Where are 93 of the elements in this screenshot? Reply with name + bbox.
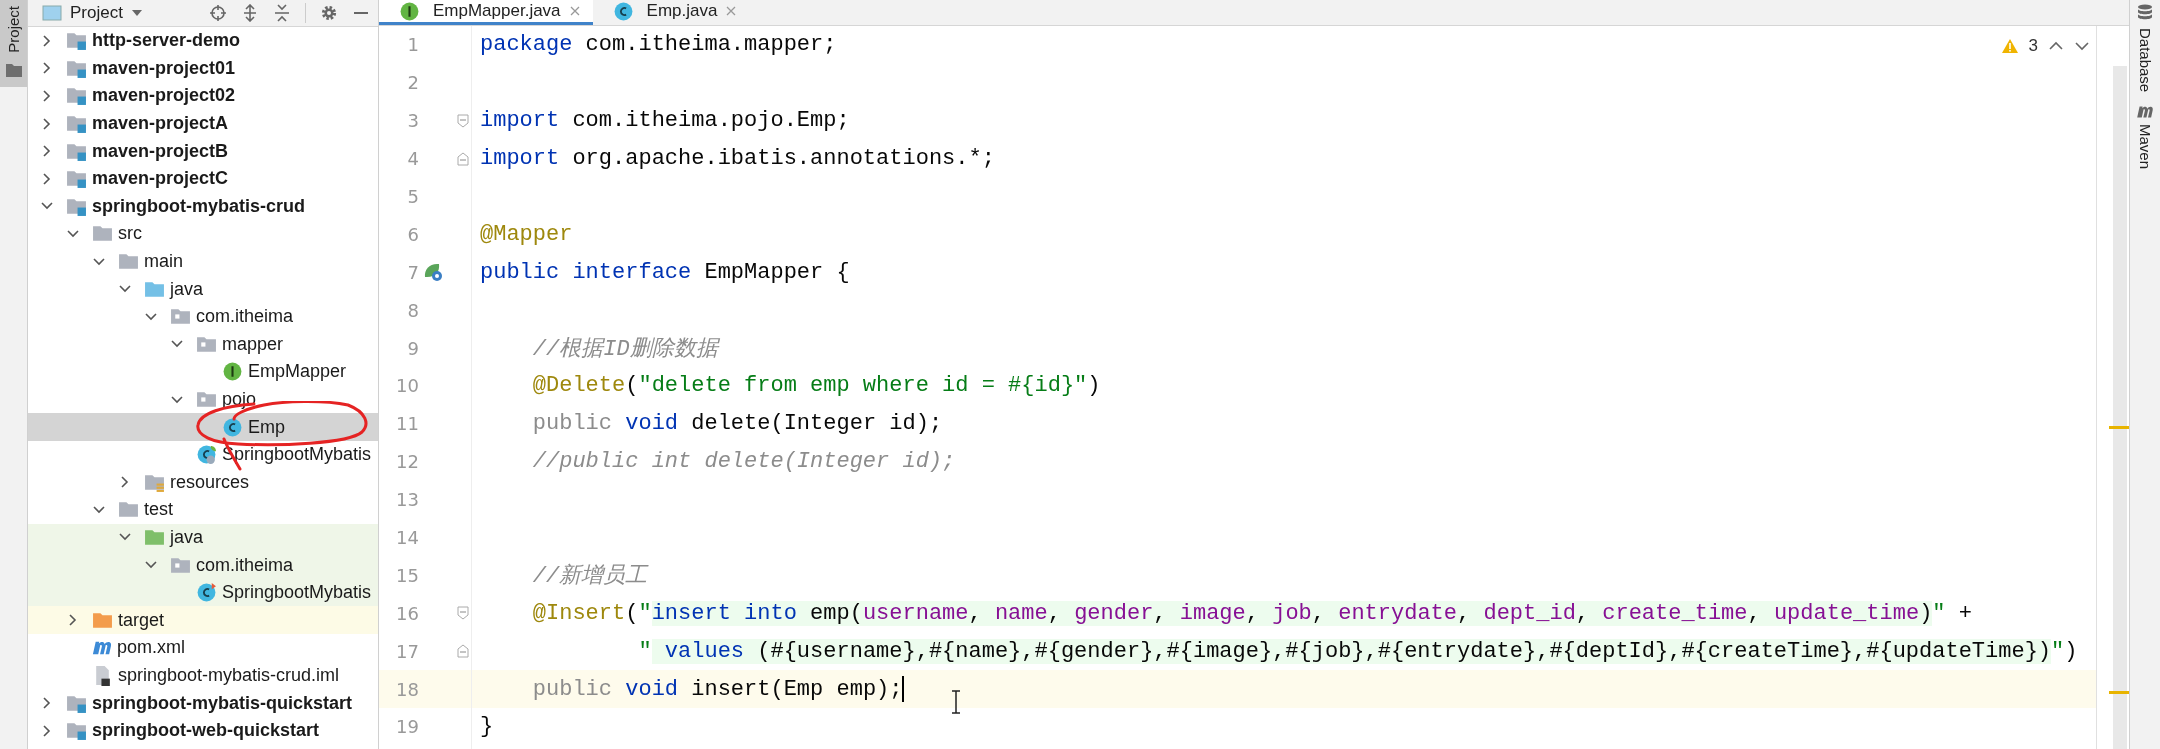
caret-icon: [130, 9, 143, 17]
tree-item[interactable]: maven-project01: [28, 54, 378, 83]
code-line: public void insert(Emp emp);: [531, 676, 905, 703]
tree-item[interactable]: src: [28, 220, 378, 248]
code-line: @Mapper: [479, 221, 573, 247]
line-number: 1: [406, 34, 419, 56]
module-folder-icon: [66, 30, 87, 52]
maven-icon: [2136, 106, 2154, 119]
interface-icon: [399, 0, 420, 22]
tree-item[interactable]: Emp: [28, 413, 378, 441]
test-class-icon: [196, 582, 217, 604]
code-line: @Delete("delete from emp where id = #{id}"): [531, 373, 1101, 399]
module-folder-icon: [66, 113, 87, 135]
close-icon[interactable]: [725, 5, 738, 17]
line-number: 2: [406, 72, 419, 94]
close-icon[interactable]: [568, 5, 581, 17]
module-folder-icon: [66, 168, 87, 190]
warning-marker[interactable]: [2109, 425, 2129, 429]
folder-icon: [5, 62, 22, 77]
code-line: public void delete(Integer id);: [531, 411, 943, 437]
package-icon: [196, 389, 217, 410]
interface-icon: [222, 361, 243, 383]
maven-icon: [92, 640, 112, 655]
module-folder-icon: [66, 720, 87, 742]
tree-item[interactable]: EmpMapper: [28, 358, 378, 386]
module-folder-icon: [66, 85, 87, 107]
test-folder-icon: [144, 527, 165, 548]
tree-item[interactable]: pom.xml: [28, 634, 378, 662]
spring-class-icon: [196, 444, 217, 466]
code-line: }: [479, 714, 494, 740]
tree-item[interactable]: maven-project02: [28, 82, 378, 110]
mapper-gutter-icon[interactable]: [422, 261, 444, 284]
tree-item[interactable]: http-server-demo: [28, 27, 378, 55]
tree-item[interactable]: maven-projectB: [28, 137, 378, 165]
warning-marker[interactable]: [2109, 691, 2129, 695]
settings-icon[interactable]: [320, 4, 338, 22]
expand-all-icon[interactable]: [241, 4, 259, 22]
warning-count: 3: [2028, 36, 2038, 56]
code-line: //public int delete(Integer id);: [531, 449, 956, 475]
line-number: 8: [406, 299, 419, 321]
line-number: 10: [395, 375, 419, 397]
database-icon: [2137, 4, 2153, 22]
tree-item[interactable]: target: [28, 606, 378, 635]
next-icon[interactable]: [2074, 40, 2090, 52]
line-number: 7: [406, 261, 419, 283]
tree-item[interactable]: test: [28, 496, 378, 524]
line-number: 17: [395, 640, 419, 662]
tree-item[interactable]: main: [28, 247, 378, 276]
line-number: 18: [395, 678, 419, 700]
line-number: 3: [406, 110, 419, 132]
tree-item[interactable]: resources: [28, 468, 378, 497]
editor-tab[interactable]: EmpMapper.java: [379, 0, 593, 25]
line-number: 15: [395, 564, 419, 586]
code-line: //新增员工: [531, 562, 648, 591]
class-icon: [222, 416, 243, 438]
text-cursor-icon: [950, 690, 962, 714]
line-number: 9: [406, 337, 419, 359]
editor-tab[interactable]: Emp.java: [592, 0, 750, 25]
tree-item[interactable]: SpringbootMybatis: [28, 578, 378, 607]
database-tool-tab[interactable]: Database: [2136, 4, 2154, 93]
tree-item[interactable]: mapper: [28, 330, 378, 359]
line-number: 12: [395, 451, 419, 473]
tree-item[interactable]: com.itheima: [28, 302, 378, 331]
tree-item[interactable]: springboot-mybatis-crud: [28, 192, 378, 221]
line-number: 14: [395, 527, 419, 548]
line-number: 6: [406, 223, 419, 245]
code-line: import org.apache.ibatis.annotations.*;: [479, 146, 995, 172]
tree-item[interactable]: java: [28, 523, 378, 552]
tree-item[interactable]: com.itheima: [28, 551, 378, 579]
line-number: 16: [395, 602, 419, 624]
code-line: @Insert("insert into emp(username, name, gender, image, job, entrydate, dept_id, create_time, update_time)" +: [531, 600, 1972, 626]
line-number: 5: [406, 186, 419, 207]
collapse-all-icon[interactable]: [273, 4, 291, 22]
code-line: import com.itheima.pojo.Emp;: [479, 108, 850, 134]
project-tool-tab[interactable]: Project: [0, 0, 27, 87]
line-number: 4: [406, 148, 419, 170]
window-icon: [42, 5, 62, 21]
tree-item[interactable]: java: [28, 275, 378, 303]
tree-item[interactable]: springboot-mybatis-quickstart: [28, 689, 378, 717]
code-line: //根据ID删除数据: [531, 336, 718, 364]
class-icon: [612, 0, 634, 22]
code-line: package com.itheima.mapper;: [479, 32, 837, 58]
maven-tool-tab[interactable]: Maven: [2136, 106, 2154, 170]
locate-icon[interactable]: [209, 4, 227, 22]
line-number: 19: [395, 716, 419, 738]
tree-item[interactable]: springboot-web-quickstart: [28, 716, 378, 745]
tree-item[interactable]: maven-projectA: [28, 109, 378, 138]
line-number: 13: [395, 489, 419, 511]
tree-item[interactable]: maven-projectC: [28, 164, 378, 193]
previous-icon[interactable]: [2048, 40, 2064, 52]
line-number: 11: [395, 413, 419, 435]
tree-item[interactable]: springboot-mybatis-crud.iml: [28, 661, 378, 690]
code-line: public interface EmpMapper {: [479, 259, 850, 285]
